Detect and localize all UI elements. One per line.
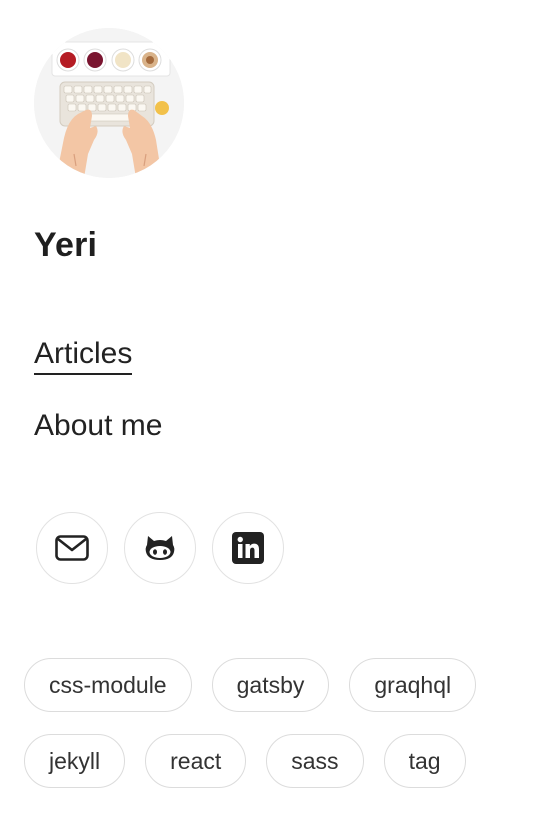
social-links <box>36 512 284 584</box>
tag-css-module[interactable]: css-module <box>24 658 192 712</box>
tag-list: css-module gatsby graqhql jekyll react s… <box>24 658 524 788</box>
tag-jekyll[interactable]: jekyll <box>24 734 126 788</box>
avatar-image <box>34 28 184 178</box>
github-button[interactable] <box>124 512 196 584</box>
email-button[interactable] <box>36 512 108 584</box>
nav-link-about-me[interactable]: About me <box>34 408 162 444</box>
nav-link-articles[interactable]: Articles <box>34 336 133 375</box>
linkedin-button[interactable] <box>212 512 284 584</box>
avatar <box>34 28 184 178</box>
github-icon <box>144 534 176 562</box>
tag-gatsby[interactable]: gatsby <box>211 658 330 712</box>
mail-icon <box>55 535 89 561</box>
main-nav: Articles About me <box>34 336 162 444</box>
tag-sass[interactable]: sass <box>266 734 364 788</box>
tag-graqhql[interactable]: graqhql <box>349 658 477 712</box>
tag-tag[interactable]: tag <box>383 734 466 788</box>
linkedin-icon <box>232 532 264 564</box>
author-name: Yeri <box>34 226 98 264</box>
tag-react[interactable]: react <box>145 734 247 788</box>
